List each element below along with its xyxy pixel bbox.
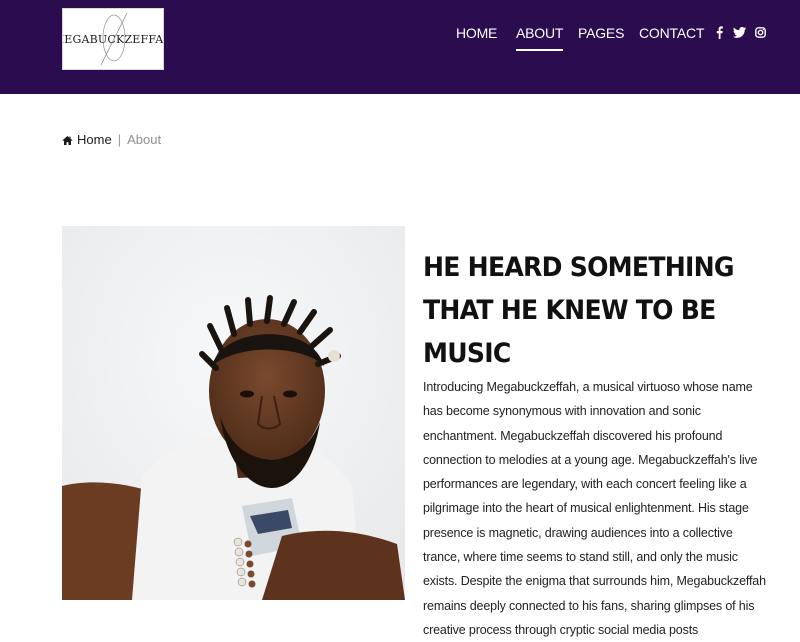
artist-photo — [62, 226, 405, 600]
nav-about-label: ABOUT — [516, 25, 564, 41]
nav-about[interactable]: ABOUT — [516, 24, 564, 51]
site-header: MEGABUCKZEFFAH HOME ABOUT PAGES CONTACT — [0, 0, 800, 94]
nav-active-indicator — [516, 49, 564, 51]
nav-contact[interactable]: CONTACT — [639, 24, 704, 42]
main-nav: HOME ABOUT PAGES CONTACT — [0, 24, 800, 51]
about-bio-paragraph: Introducing Megabuckzeffah, a musical vi… — [423, 380, 766, 637]
instagram-icon[interactable] — [754, 25, 766, 39]
breadcrumb-separator: | — [117, 131, 122, 147]
about-heading: HE HEARD SOMETHING THAT HE KNEW TO BE MU… — [423, 252, 734, 369]
breadcrumb: Home | About — [62, 130, 161, 148]
twitter-icon[interactable] — [732, 25, 746, 39]
home-icon — [62, 134, 73, 145]
nav-pages[interactable]: PAGES — [578, 24, 624, 42]
nav-home[interactable]: HOME — [456, 24, 497, 42]
artist-portrait-illustration — [62, 226, 405, 600]
breadcrumb-home-link[interactable]: Home — [77, 132, 112, 147]
breadcrumb-current: About — [127, 131, 162, 147]
facebook-icon[interactable] — [714, 25, 724, 39]
